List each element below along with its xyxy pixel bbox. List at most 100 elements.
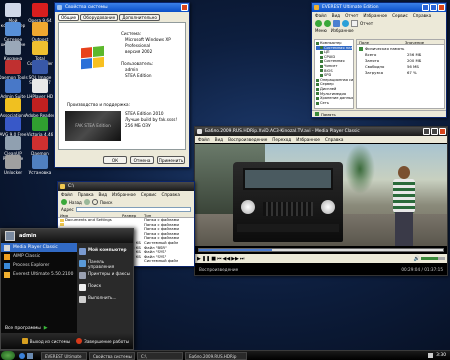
report-icon[interactable] — [351, 20, 358, 27]
apply-button[interactable]: Применить — [157, 156, 185, 164]
close-icon[interactable] — [181, 4, 188, 11]
start-system-item[interactable]: Выполнить... — [77, 295, 133, 307]
start-system-item[interactable]: Панель управления — [77, 259, 133, 271]
search-icon[interactable] — [91, 199, 98, 205]
cancel-button[interactable]: Отмена — [130, 156, 154, 164]
volume-slider[interactable] — [421, 257, 445, 260]
minimize-icon[interactable] — [422, 4, 429, 11]
forward-icon[interactable]: ▶▶ — [231, 256, 239, 262]
menu-favorites[interactable]: Избранное — [363, 13, 387, 18]
pause-icon[interactable]: ❚❚ — [202, 256, 210, 262]
stop-icon[interactable]: ■ — [211, 256, 216, 262]
desktop-icon[interactable]: Associations — [0, 98, 28, 118]
desktop-icon[interactable]: Opera 9.64 — [25, 3, 55, 23]
menu-file[interactable]: Файл — [315, 13, 327, 18]
previous-icon[interactable]: ⏮ — [217, 256, 222, 262]
tree-item[interactable]: Сеть — [316, 101, 352, 106]
back-icon[interactable] — [315, 20, 322, 27]
quick-launch-desktop-icon[interactable] — [27, 352, 33, 359]
start-program-item[interactable]: AIMP Classic — [1, 252, 77, 261]
start-program-item[interactable]: Media Player Classic — [1, 243, 77, 252]
desktop-icon[interactable]: Outpost — [25, 22, 55, 42]
everest-titlebar[interactable]: EVEREST Ultimate Edition — [312, 3, 446, 12]
start-system-item[interactable]: Поиск — [77, 283, 133, 295]
rewind-icon[interactable]: ◀◀ — [223, 256, 231, 262]
menu-view[interactable]: Вид — [332, 13, 341, 18]
mpc-menu-favorites[interactable]: Избранное — [296, 137, 320, 142]
taskbar-button[interactable]: Свойства системы — [89, 351, 135, 360]
explorer-titlebar[interactable]: C:\ — [58, 182, 194, 191]
back-button[interactable]: Назад — [69, 200, 82, 205]
forward-icon[interactable] — [324, 20, 331, 27]
shortcut-icon — [32, 117, 48, 131]
desktop-icon[interactable]: Установка — [25, 155, 55, 175]
explorer-menu-help[interactable]: Справка — [161, 192, 179, 197]
maximize-icon[interactable] — [431, 128, 438, 135]
volume-icon[interactable]: 🔊 — [414, 256, 420, 262]
up-icon[interactable] — [333, 20, 340, 27]
search-button[interactable]: Поиск — [100, 200, 113, 205]
refresh-icon[interactable] — [342, 20, 349, 27]
tab-favorites[interactable]: Избранное — [331, 28, 354, 33]
mpc-menu-navigate[interactable]: Переход — [272, 137, 291, 142]
close-icon[interactable] — [438, 4, 445, 11]
tab-general[interactable]: Общие — [58, 14, 80, 21]
column-field[interactable]: Поле — [357, 40, 405, 45]
minimize-icon[interactable] — [423, 128, 430, 135]
mpc-menu-play[interactable]: Воспроизведение — [228, 137, 267, 142]
media-player-titlebar[interactable]: Бабло.2009.RUS.HDRip.XviD.AC3-Kinozal.TV… — [195, 127, 447, 136]
desktop-icon[interactable]: Admin Suite — [0, 79, 28, 99]
folder-icon — [60, 184, 65, 189]
taskbar-button[interactable]: C:\ — [137, 351, 183, 360]
desktop-icon[interactable]: AVG 9.0 Free — [0, 117, 28, 137]
explorer-menu-tools[interactable]: Сервис — [141, 192, 157, 197]
back-arrow-icon[interactable] — [61, 199, 67, 205]
desktop-icon[interactable]: Adobe Reader — [25, 98, 55, 118]
system-properties-titlebar[interactable]: Свойства системы — [55, 3, 189, 12]
explorer-menu-favorites[interactable]: Избранное — [112, 192, 136, 197]
start-system-item[interactable]: Мой компьютер — [77, 247, 133, 259]
next-icon[interactable]: ⏭ — [240, 256, 245, 262]
desktop-icon[interactable]: Daemon — [25, 136, 55, 156]
all-programs[interactable]: Все программы ▶ — [5, 325, 48, 331]
menu-help[interactable]: Справка — [413, 13, 431, 18]
video-frame[interactable] — [195, 144, 447, 246]
column-size[interactable]: Размер — [122, 213, 144, 218]
mpc-menu-file[interactable]: Файл — [198, 137, 210, 142]
menu-tools[interactable]: Сервис — [392, 13, 408, 18]
desktop-icon[interactable]: Корзина — [0, 41, 28, 61]
tab-hardware[interactable]: Оборудование — [80, 14, 119, 21]
tab-advanced[interactable]: Дополнительно — [119, 14, 160, 21]
column-name[interactable]: Имя — [58, 213, 122, 218]
taskbar-button[interactable]: EVEREST Ultimate — [41, 351, 87, 360]
desktop-icon[interactable]: Unlocker — [0, 155, 28, 175]
mpc-menu-view[interactable]: Вид — [215, 137, 224, 142]
desktop-icon[interactable]: LHPlayer HD — [25, 79, 55, 99]
start-program-item[interactable]: Process Explorer — [1, 261, 77, 270]
explorer-menu-file[interactable]: Файл — [61, 192, 73, 197]
menu-report[interactable]: Отчет — [345, 13, 358, 18]
report-button[interactable]: Отчет — [360, 21, 373, 26]
forward-arrow-icon[interactable] — [83, 199, 90, 205]
explorer-menu-view[interactable]: Вид — [99, 192, 108, 197]
maximize-icon[interactable] — [430, 4, 437, 11]
desktop-icon[interactable]: Daemon Tools — [0, 60, 28, 80]
start-system-item[interactable]: Принтеры и факсы — [77, 271, 133, 283]
logoff-button[interactable]: Выход из системы — [21, 338, 70, 344]
ok-button[interactable]: ОК — [103, 156, 127, 164]
start-button[interactable] — [1, 351, 15, 360]
tab-menu[interactable]: Меню — [315, 28, 327, 33]
shutdown-button[interactable]: Завершение работы — [76, 338, 129, 344]
address-field[interactable] — [75, 207, 191, 212]
start-program-item[interactable]: Everest Ultimate 5.50.2100 — [1, 270, 77, 279]
tray-volume-icon[interactable] — [428, 353, 434, 358]
column-value[interactable]: Значение — [405, 40, 424, 45]
play-icon[interactable]: ▶ — [197, 256, 201, 262]
taskbar-button[interactable]: Бабло.2009.RUS.HDRip — [185, 351, 247, 360]
mpc-menu-help[interactable]: Справка — [325, 137, 343, 142]
quick-launch-ie-icon[interactable] — [19, 352, 25, 359]
tree-node-icon — [320, 50, 323, 54]
seek-bar[interactable] — [198, 248, 444, 252]
close-icon[interactable] — [439, 128, 446, 135]
explorer-menu-edit[interactable]: Правка — [78, 192, 94, 197]
